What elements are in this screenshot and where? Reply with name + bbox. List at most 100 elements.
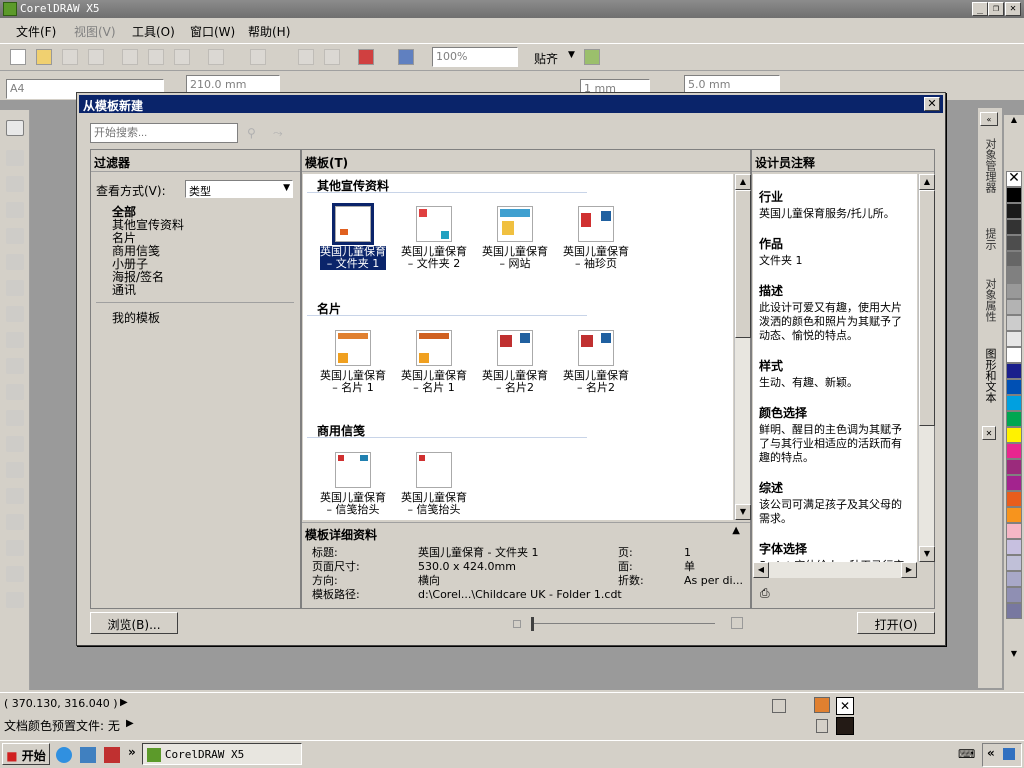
docker-tab-object-properties[interactable]: 对象属性 xyxy=(982,278,998,322)
welcome-screen-icon[interactable] xyxy=(398,49,414,65)
keyboard-tray-icon[interactable]: ⌨ xyxy=(958,747,975,761)
menu-help[interactable]: 帮助(H) xyxy=(248,23,290,40)
crop-tool-icon[interactable] xyxy=(6,176,24,192)
color-swatch[interactable] xyxy=(1006,347,1022,363)
application-launcher-icon[interactable] xyxy=(358,49,374,65)
color-swatch[interactable] xyxy=(1006,235,1022,251)
zoom-tool-icon[interactable] xyxy=(6,202,24,218)
small-thumbnail-icon[interactable] xyxy=(513,620,521,628)
template-card[interactable]: 英国儿童保育 – 名片2 xyxy=(556,330,636,394)
no-color-swatch[interactable]: ✕ xyxy=(1006,171,1022,187)
undo-icon[interactable] xyxy=(208,49,224,65)
color-swatch[interactable] xyxy=(1006,427,1022,443)
open-button[interactable]: 打开(O) xyxy=(857,612,935,634)
color-swatch[interactable] xyxy=(1006,379,1022,395)
color-swatch[interactable] xyxy=(1006,459,1022,475)
blend-tool-icon[interactable] xyxy=(6,488,24,504)
scroll-up-icon[interactable]: ▲ xyxy=(735,174,751,190)
template-card[interactable]: 英国儿童保育 – 名片 1 xyxy=(313,330,393,394)
redo-icon[interactable] xyxy=(250,49,266,65)
color-swatch[interactable] xyxy=(1006,283,1022,299)
browser-quicklaunch-icon[interactable] xyxy=(56,747,72,763)
notes-hscrollbar[interactable]: ◀ ▶ xyxy=(753,562,917,578)
smart-fill-tool-icon[interactable] xyxy=(6,254,24,270)
close-docker-icon[interactable]: ✕ xyxy=(982,426,996,440)
tray-expand-icon[interactable]: « xyxy=(987,746,995,760)
color-swatch[interactable] xyxy=(1006,395,1022,411)
template-search-input[interactable] xyxy=(90,123,238,143)
color-proof-icon[interactable] xyxy=(772,699,786,713)
color-swatch[interactable] xyxy=(1006,411,1022,427)
outline-pen-icon[interactable] xyxy=(816,719,828,733)
expand-status-icon[interactable]: ▶ xyxy=(126,718,134,729)
color-swatch[interactable] xyxy=(1006,187,1022,203)
app-quicklaunch-icon[interactable] xyxy=(104,747,120,763)
ie-quicklaunch-icon[interactable] xyxy=(80,747,96,763)
menu-window[interactable]: 窗口(W) xyxy=(190,23,235,40)
menu-view[interactable]: 视图(V) xyxy=(74,23,116,40)
fill-indicator-icon[interactable] xyxy=(814,697,830,713)
open-document-icon[interactable] xyxy=(36,49,52,65)
color-swatch[interactable] xyxy=(1006,251,1022,267)
ellipse-tool-icon[interactable] xyxy=(6,306,24,322)
dialog-close-button[interactable]: ✕ xyxy=(924,97,940,111)
palette-scroll-up-icon[interactable]: ▲ xyxy=(1006,115,1022,131)
template-card[interactable]: 英国儿童保育 – 网站 xyxy=(475,206,555,270)
eyedropper-tool-icon[interactable] xyxy=(6,514,24,530)
color-swatch[interactable] xyxy=(1006,315,1022,331)
outline-color-swatch[interactable] xyxy=(836,717,854,735)
quicklaunch-more-icon[interactable]: » xyxy=(128,745,136,759)
collapse-icon[interactable]: ▲ xyxy=(732,525,740,536)
color-swatch[interactable] xyxy=(1006,491,1022,507)
restore-button[interactable]: ❐ xyxy=(988,2,1004,16)
scroll-up-icon[interactable]: ▲ xyxy=(919,174,935,190)
scrollbar-thumb[interactable] xyxy=(919,190,935,426)
slider-thumb[interactable] xyxy=(531,617,534,631)
zoom-level-input[interactable]: 100% xyxy=(432,47,518,67)
outline-pen-tool-icon[interactable] xyxy=(6,540,24,556)
color-swatch[interactable] xyxy=(1006,539,1022,555)
start-button[interactable]: ■ 开始 xyxy=(2,743,50,765)
filter-my-templates[interactable]: 我的模板 xyxy=(112,309,160,326)
polygon-tool-icon[interactable] xyxy=(6,332,24,348)
rectangle-tool-icon[interactable] xyxy=(6,280,24,296)
color-swatch[interactable] xyxy=(1006,571,1022,587)
save-icon[interactable] xyxy=(62,49,78,65)
scroll-down-icon[interactable]: ▼ xyxy=(919,546,935,562)
menu-file[interactable]: 文件(F) xyxy=(16,23,56,40)
color-swatch[interactable] xyxy=(1006,331,1022,347)
scrollbar-thumb[interactable] xyxy=(735,190,751,338)
export-icon[interactable] xyxy=(324,49,340,65)
color-swatch[interactable] xyxy=(1006,523,1022,539)
print-notes-icon[interactable]: ⎙ xyxy=(760,586,770,601)
parallel-dimension-tool-icon[interactable] xyxy=(6,436,24,452)
no-fill-swatch-icon[interactable]: ✕ xyxy=(836,697,854,715)
page-width-input[interactable]: 210.0 mm xyxy=(186,75,280,93)
chevron-down-icon[interactable]: ▼ xyxy=(568,50,575,60)
close-app-button[interactable]: ✕ xyxy=(1005,2,1021,16)
template-card[interactable]: 英国儿童保育 – 文件夹 2 xyxy=(394,206,474,270)
snap-to-dropdown[interactable]: 贴齐 xyxy=(534,50,558,67)
notes-scrollbar[interactable]: ▲ ▼ xyxy=(918,174,935,562)
search-icon[interactable]: ⚲ xyxy=(247,126,256,140)
color-swatch[interactable] xyxy=(1006,299,1022,315)
table-tool-icon[interactable] xyxy=(6,410,24,426)
thumbnail-size-slider[interactable] xyxy=(513,617,743,631)
text-tool-icon[interactable] xyxy=(6,384,24,400)
basic-shapes-tool-icon[interactable] xyxy=(6,358,24,374)
fill-tool-icon[interactable] xyxy=(6,566,24,582)
options-icon[interactable] xyxy=(584,49,600,65)
color-swatch[interactable] xyxy=(1006,555,1022,571)
docker-tab-graphics-and-text[interactable]: 图形和文本 xyxy=(982,348,998,403)
template-card[interactable]: 英国儿童保育 – 信笺抬头 xyxy=(394,452,474,516)
palette-scroll-down-icon[interactable]: ▼ xyxy=(1006,649,1022,665)
duplicate-distance-input[interactable]: 5.0 mm xyxy=(684,75,780,93)
cut-icon[interactable] xyxy=(122,49,138,65)
color-swatch[interactable] xyxy=(1006,219,1022,235)
new-document-icon[interactable] xyxy=(10,49,26,65)
template-card[interactable]: 英国儿童保育 – 文件夹 1 xyxy=(313,203,393,270)
freehand-tool-icon[interactable] xyxy=(6,228,24,244)
scroll-left-icon[interactable]: ◀ xyxy=(753,562,769,578)
color-profile-status[interactable]: 文档颜色预置文件: 无 xyxy=(4,717,120,734)
paste-icon[interactable] xyxy=(174,49,190,65)
